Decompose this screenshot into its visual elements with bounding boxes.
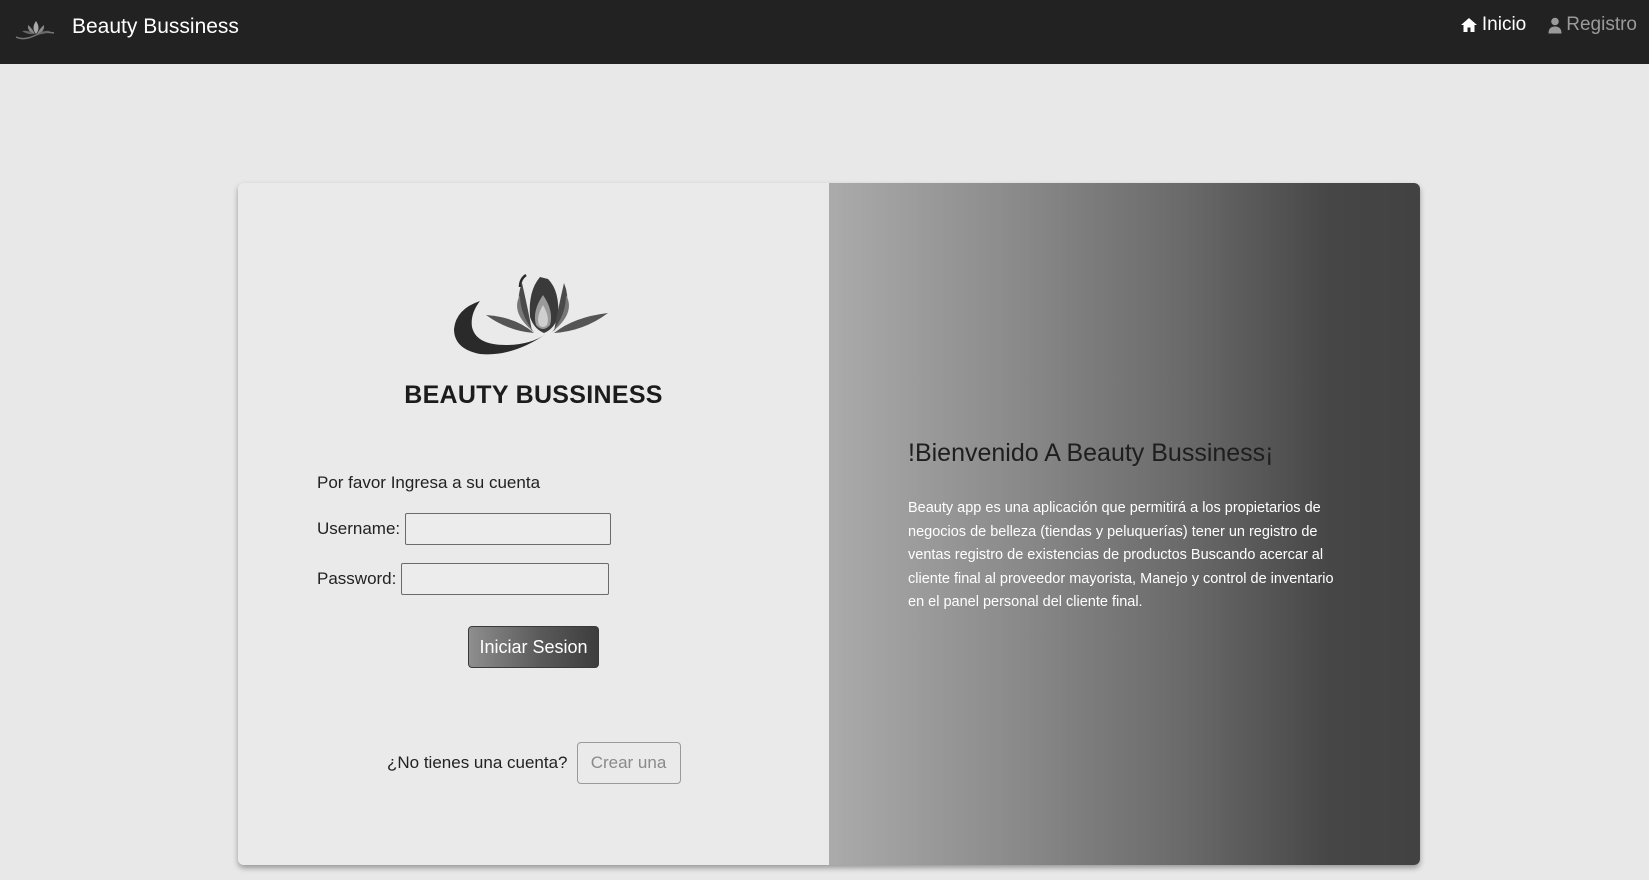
nav-links: Inicio Registro xyxy=(1438,14,1637,36)
nav-registro-label: Registro xyxy=(1566,14,1637,35)
home-icon xyxy=(1460,18,1477,32)
login-card: BEAUTY BUSSINESS Por favor Ingresa a su … xyxy=(238,183,1420,865)
create-account-button[interactable]: Crear una xyxy=(576,742,681,784)
top-navbar: Beauty Bussiness Inicio Registro xyxy=(0,0,1649,64)
signup-row: ¿No tienes una cuenta? Crear una xyxy=(387,742,681,784)
brand-link[interactable]: Beauty Bussiness xyxy=(14,0,239,64)
nav-inicio-link[interactable]: Inicio xyxy=(1460,14,1526,36)
password-input[interactable] xyxy=(401,563,610,595)
login-prompt: Por favor Ingresa a su cuenta xyxy=(317,473,541,492)
user-icon xyxy=(1548,17,1562,33)
username-label: Username: xyxy=(317,519,401,538)
welcome-title: !Bienvenido A Beauty Bussiness¡ xyxy=(908,439,1274,467)
welcome-panel: !Bienvenido A Beauty Bussiness¡ Beauty a… xyxy=(829,183,1420,865)
nav-inicio-label: Inicio xyxy=(1481,14,1527,35)
password-label: Password: xyxy=(317,569,397,588)
nav-registro-link[interactable]: Registro xyxy=(1548,14,1637,36)
welcome-description: Beauty app es una aplicación que permiti… xyxy=(908,500,1334,610)
username-input[interactable] xyxy=(405,513,612,545)
login-panel: BEAUTY BUSSINESS Por favor Ingresa a su … xyxy=(238,183,829,865)
login-button[interactable]: Iniciar Sesion xyxy=(468,626,599,668)
login-title: BEAUTY BUSSINESS xyxy=(404,381,663,409)
brand-title: Beauty Bussiness xyxy=(72,15,239,38)
password-row: Password: xyxy=(317,563,610,595)
lotus-logo-icon xyxy=(454,273,608,355)
signup-prompt: ¿No tienes una cuenta? xyxy=(387,753,568,772)
username-row: Username: xyxy=(317,513,612,545)
lotus-logo-icon xyxy=(15,21,55,40)
